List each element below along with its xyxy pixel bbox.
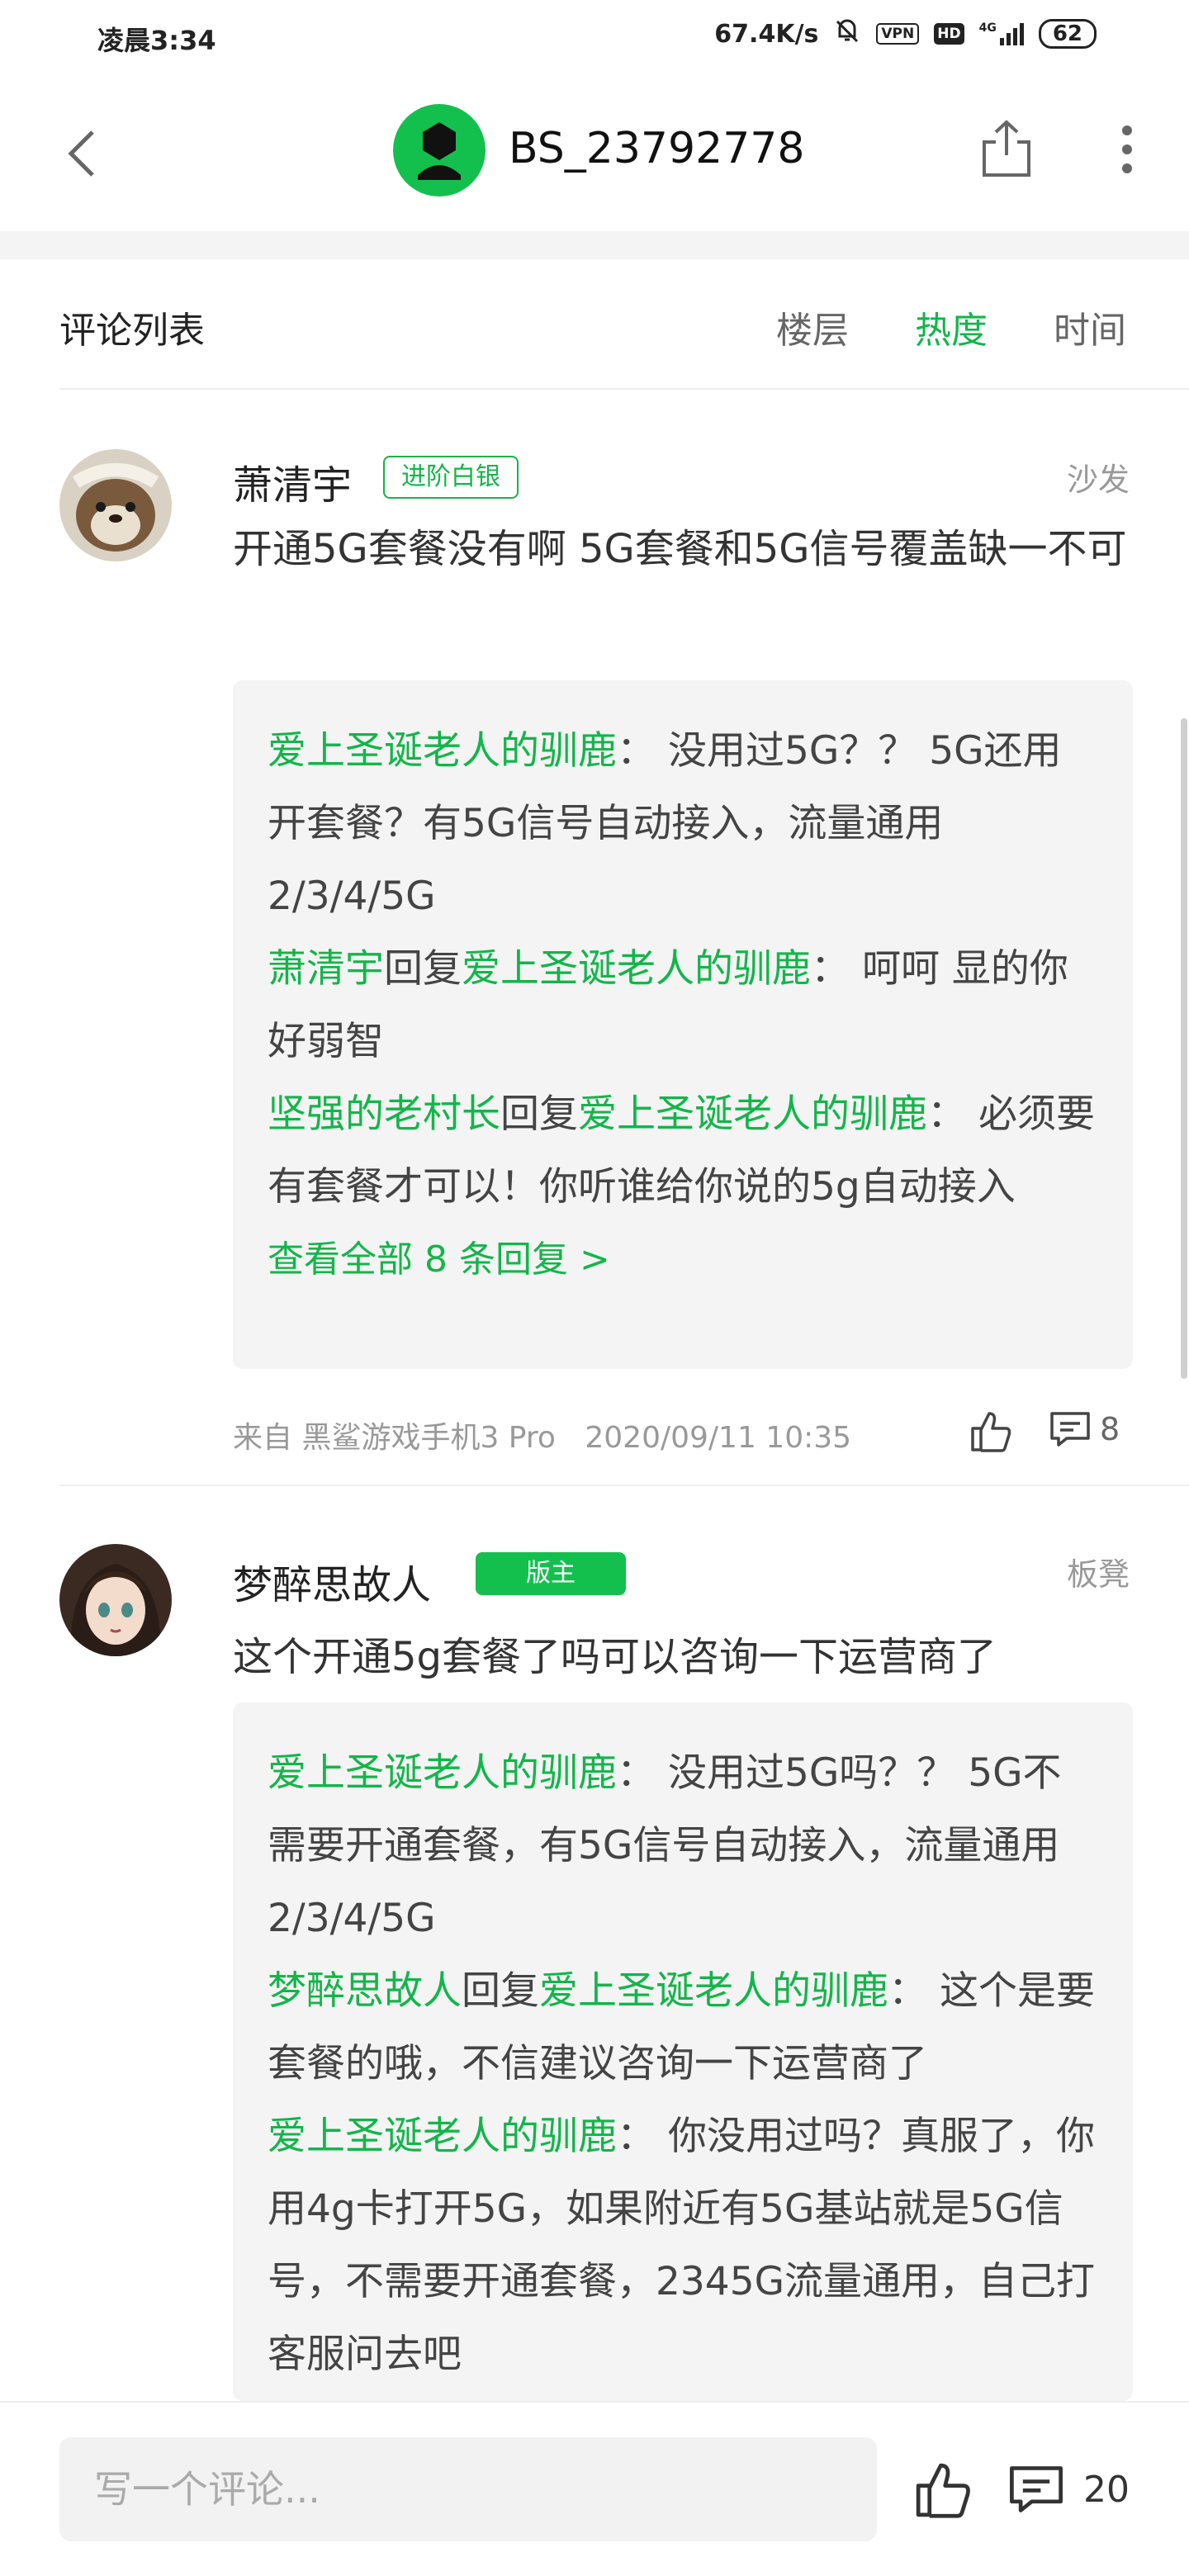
reply-target[interactable]: 爱上圣诞老人的驯鹿: [578, 1091, 927, 1137]
reply-item[interactable]: 爱上圣诞老人的驯鹿： 你没用过吗？真服了，你用4g卡打开5G，如果附近有5G基站…: [268, 2100, 1098, 2391]
floor-label: 沙发: [1066, 462, 1130, 498]
comment-text[interactable]: 这个开通5g套餐了吗可以咨询一下运营商了: [233, 1622, 1133, 1693]
moderator-badge: 版主: [476, 1552, 626, 1595]
bottom-comment-bar: 20: [0, 2401, 1189, 2576]
status-icons: 67.4K/s VPN HD 4G 62: [714, 17, 1097, 51]
status-time: 凌晨3:34: [97, 25, 216, 56]
comment-text[interactable]: 开通5G套餐没有啊 5G套餐和5G信号覆盖缺一不可: [233, 514, 1133, 585]
otter-avatar-icon: [59, 449, 172, 561]
reply-count-button[interactable]: 8: [1049, 1410, 1120, 1448]
reply-separator: ：: [617, 2114, 656, 2159]
reply-target[interactable]: 爱上圣诞老人的驯鹿: [462, 946, 811, 992]
tab-time[interactable]: 时间: [1054, 301, 1126, 353]
tab-hot[interactable]: 热度: [915, 301, 988, 353]
signal-icon: 4G: [979, 21, 1024, 46]
reply-target[interactable]: 爱上圣诞老人的驯鹿: [539, 1968, 888, 2014]
blackshark-logo-icon: [418, 122, 461, 180]
reply-item[interactable]: 爱上圣诞老人的驯鹿： 没用过5G吗？？ 5G不需要开通套餐，有5G信号自动接入，…: [268, 1737, 1098, 1955]
back-button[interactable]: [58, 121, 107, 187]
divider: [59, 388, 1189, 390]
reply-author[interactable]: 爱上圣诞老人的驯鹿: [268, 2114, 617, 2159]
reply-item[interactable]: 坚强的老村长回复爱上圣诞老人的驯鹿： 必须要有套餐才可以！你听谁给你说的5g自动…: [268, 1078, 1098, 1224]
divider: [59, 1485, 1189, 1486]
anime-girl-avatar-icon: [59, 1544, 172, 1656]
reply-separator: ：: [617, 728, 656, 774]
reply-item[interactable]: 梦醉思故人回复爱上圣诞老人的驯鹿： 这个是要套餐的哦，不信建议咨询一下运营商了: [268, 1955, 1098, 2100]
comment-list-title: 评论列表: [59, 310, 205, 352]
share-button[interactable]: [978, 116, 1035, 182]
like-post-button[interactable]: [912, 2459, 974, 2522]
reply-author[interactable]: 爱上圣诞老人的驯鹿: [268, 1750, 617, 1796]
scrollbar[interactable]: [1181, 718, 1187, 1379]
reply-word: 回复: [462, 1968, 539, 2014]
network-type: 4G: [978, 21, 997, 35]
thumbs-up-icon: [971, 1412, 1011, 1452]
reply-separator: ：: [888, 1968, 927, 2014]
vpn-icon: VPN: [876, 23, 920, 45]
view-all-replies-link[interactable]: 查看全部 8 条回复 >: [268, 1224, 1098, 1296]
more-options-button[interactable]: [1115, 121, 1139, 178]
comment-list-header: 评论列表 楼层 热度 时间: [0, 259, 1189, 390]
top-app-bar: BS_23792778: [0, 79, 1189, 231]
reply-word: 回复: [500, 1091, 578, 1137]
share-icon: [983, 120, 1030, 177]
reply-author[interactable]: 梦醉思故人: [268, 1968, 462, 2014]
device-source: 来自 黑鲨游戏手机3 Pro: [233, 1421, 556, 1455]
reply-separator: ：: [811, 946, 850, 992]
level-badge: 进阶白银: [383, 456, 519, 499]
battery-icon: 62: [1038, 19, 1097, 49]
timestamp: 2020/09/11 10:35: [585, 1421, 852, 1455]
avatar[interactable]: [59, 1544, 172, 1656]
reply-author[interactable]: 坚强的老村长: [268, 1091, 500, 1137]
reply-list[interactable]: 爱上圣诞老人的驯鹿： 没用过5G？？ 5G还用开套餐？有5G信号自动接入，流量通…: [233, 680, 1133, 1369]
network-speed: 67.4K/s: [714, 19, 819, 49]
total-comment-count: 20: [1083, 2468, 1130, 2511]
avatar[interactable]: [59, 449, 172, 561]
reply-item[interactable]: 萧清宇回复爱上圣诞老人的驯鹿： 呵呵 显的你好弱智: [268, 933, 1098, 1078]
reply-separator: ：: [617, 1750, 656, 1796]
reply-separator: ：: [927, 1091, 966, 1137]
mute-icon: [833, 17, 861, 51]
reply-author[interactable]: 爱上圣诞老人的驯鹿: [268, 728, 617, 774]
floor-label: 板凳: [1066, 1556, 1130, 1593]
tab-floor[interactable]: 楼层: [776, 301, 849, 353]
comment-meta: 来自 黑鲨游戏手机3 Pro 2020/09/11 10:35: [233, 1413, 871, 1456]
hd-icon: HD: [934, 23, 964, 45]
reply-author[interactable]: 萧清宇: [268, 946, 384, 992]
page-title: BS_23792778: [509, 124, 805, 173]
comment-icon: [1010, 2466, 1063, 2512]
username[interactable]: 梦醉思故人: [233, 1552, 431, 1610]
user-avatar[interactable]: [393, 104, 486, 197]
reply-list[interactable]: 爱上圣诞老人的驯鹿： 没用过5G吗？？ 5G不需要开通套餐，有5G信号自动接入，…: [233, 1702, 1133, 2401]
like-button[interactable]: [968, 1409, 1014, 1455]
comment-input[interactable]: [59, 2437, 877, 2541]
chevron-left-icon: [68, 130, 94, 177]
more-vertical-icon: [1122, 125, 1132, 173]
comments-button[interactable]: 20: [1007, 2464, 1130, 2515]
thumbs-up-icon: [916, 2463, 970, 2518]
reply-word: 回复: [384, 946, 462, 992]
section-separator: [0, 231, 1189, 259]
comment-icon: [1050, 1412, 1090, 1447]
reply-item[interactable]: 爱上圣诞老人的驯鹿： 没用过5G？？ 5G还用开套餐？有5G信号自动接入，流量通…: [268, 715, 1098, 933]
status-bar: 凌晨3:34 67.4K/s VPN HD 4G 62: [0, 0, 1189, 79]
username[interactable]: 萧清宇: [233, 452, 352, 510]
reply-count: 8: [1100, 1411, 1120, 1447]
